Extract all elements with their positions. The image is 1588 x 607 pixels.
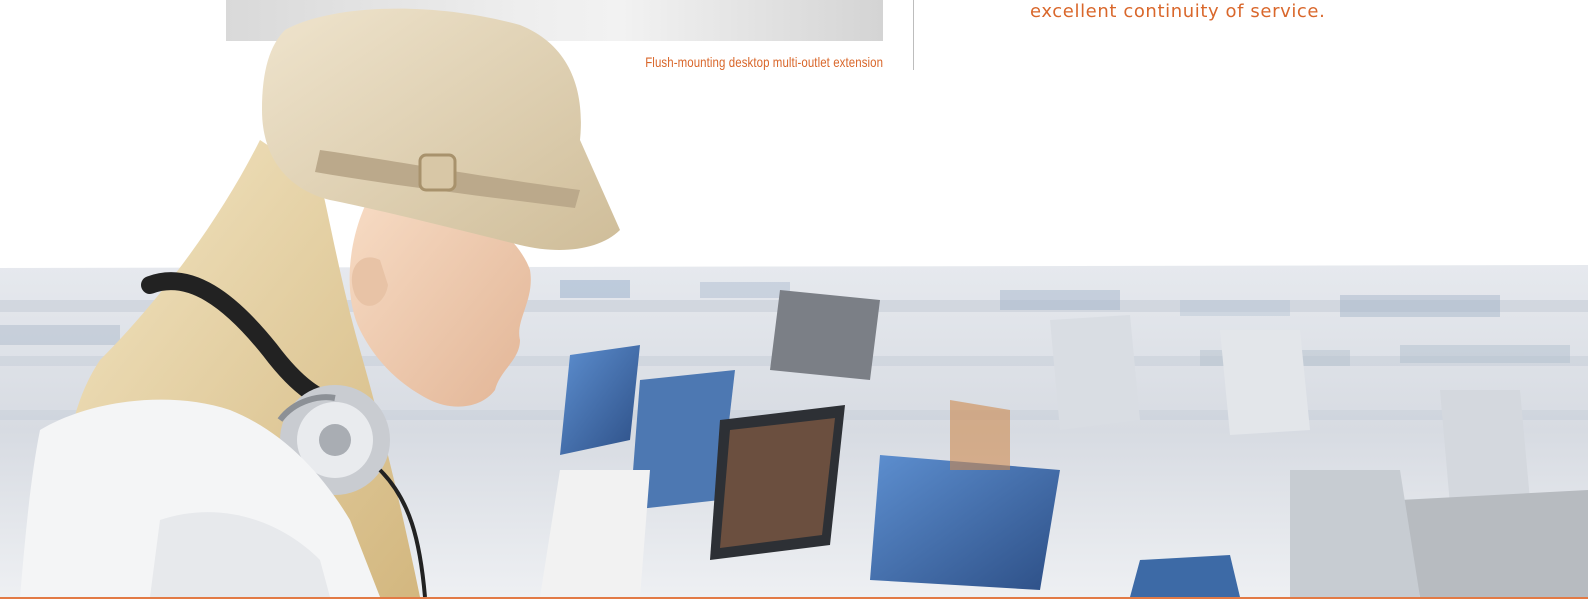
image-caption: Flush-mounting desktop multi-outlet exte…	[645, 54, 883, 70]
store-photo	[0, 8, 1588, 598]
bottom-rule	[0, 597, 1588, 599]
